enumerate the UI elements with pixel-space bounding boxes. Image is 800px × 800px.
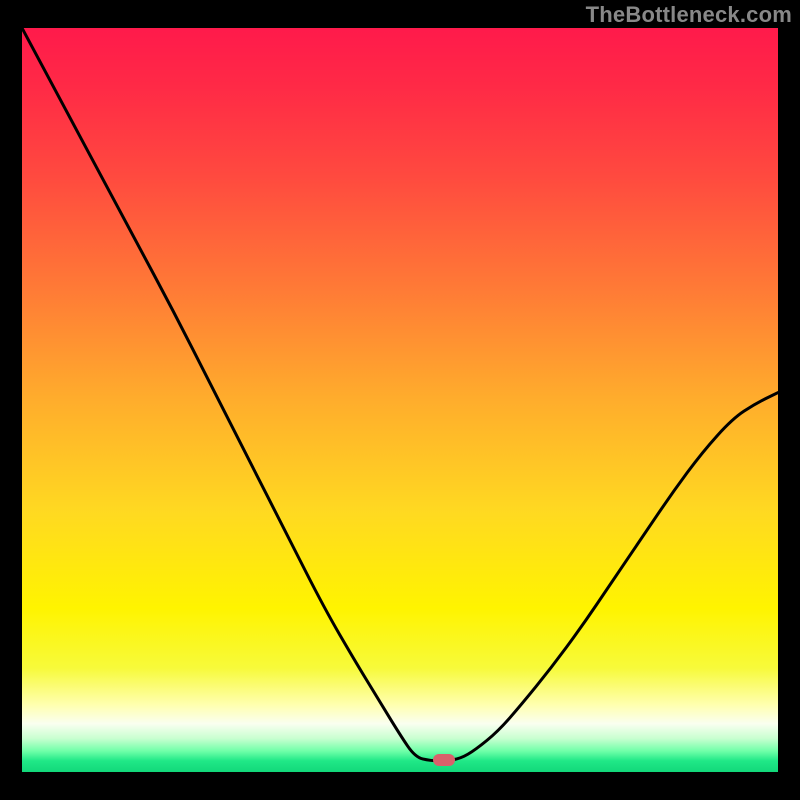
trough-marker	[433, 754, 455, 766]
gradient-background	[22, 28, 778, 772]
chart-container: TheBottleneck.com	[0, 0, 800, 800]
plot-svg	[22, 28, 778, 772]
watermark-label: TheBottleneck.com	[586, 2, 792, 28]
plot-area	[22, 28, 778, 772]
